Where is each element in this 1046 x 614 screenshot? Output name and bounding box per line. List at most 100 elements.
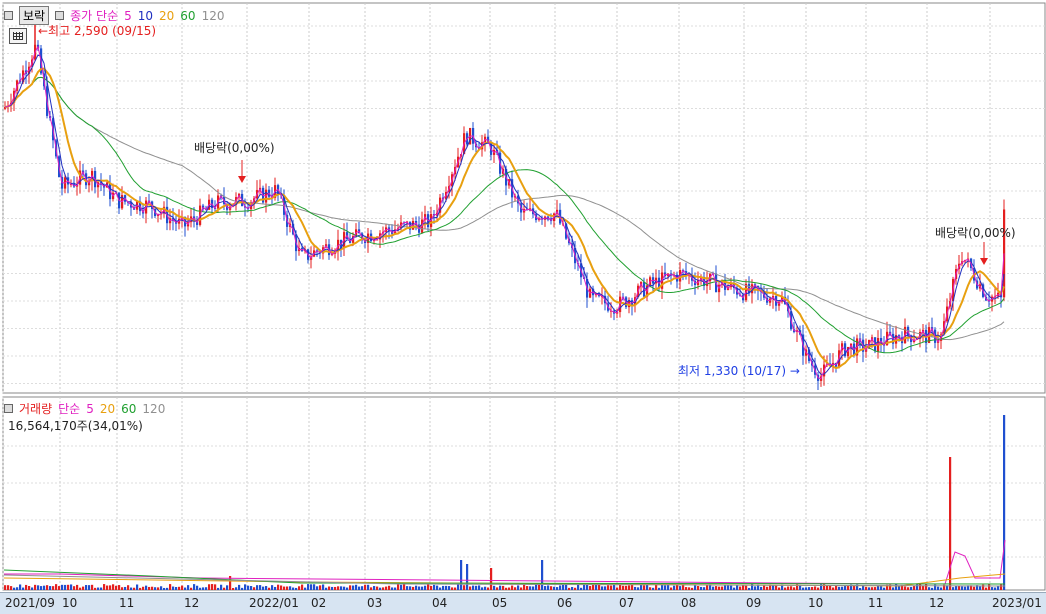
volume-bar bbox=[562, 584, 565, 590]
volume-bar bbox=[331, 586, 334, 590]
volume-bar bbox=[580, 587, 583, 590]
volume-bar bbox=[175, 587, 178, 590]
volume-bar bbox=[4, 585, 7, 590]
volume-bar bbox=[22, 587, 25, 590]
volume-bar bbox=[235, 587, 238, 590]
volume-bar bbox=[475, 585, 478, 590]
volume-bar bbox=[523, 584, 526, 590]
volume-bar bbox=[301, 584, 304, 590]
volume-bar bbox=[178, 586, 181, 590]
volume-bar bbox=[40, 586, 43, 590]
volume-bar bbox=[940, 587, 943, 590]
volume-bar bbox=[193, 584, 196, 590]
volume-bar bbox=[379, 587, 382, 590]
volume-bar bbox=[586, 584, 589, 590]
vma20-label: 20 bbox=[99, 401, 116, 416]
volume-bar bbox=[157, 587, 160, 590]
volume-bar bbox=[202, 587, 205, 590]
volume-bar bbox=[454, 587, 457, 590]
volume-bar bbox=[760, 586, 763, 590]
volume-bar bbox=[973, 586, 976, 590]
volume-bar bbox=[373, 586, 376, 590]
volume-bar bbox=[406, 586, 409, 590]
volume-bar bbox=[88, 585, 91, 590]
ma5-label: 5 bbox=[124, 8, 132, 23]
volume-bar bbox=[787, 586, 790, 590]
volume-bar bbox=[469, 586, 472, 590]
volume-bar bbox=[166, 587, 169, 590]
volume-bar bbox=[505, 587, 508, 590]
volume-bar bbox=[526, 586, 529, 590]
volume-panel bbox=[2, 396, 1046, 591]
volume-bar bbox=[391, 587, 394, 590]
legend-toggle-icon[interactable] bbox=[55, 11, 65, 20]
volume-bar bbox=[16, 587, 19, 590]
volume-bar bbox=[613, 584, 616, 590]
volume-bar bbox=[247, 585, 250, 590]
volume-bar bbox=[337, 586, 340, 590]
volume-bar bbox=[403, 584, 406, 590]
x-tick-label: 09 bbox=[746, 596, 762, 610]
volume-bar bbox=[118, 585, 121, 590]
volume-bar bbox=[238, 584, 241, 590]
volume-bar bbox=[49, 586, 52, 590]
volume-bar bbox=[463, 585, 466, 590]
volume-bar bbox=[223, 587, 226, 590]
volume-bar bbox=[169, 584, 172, 590]
volume-bar bbox=[133, 587, 136, 590]
volume-bar bbox=[658, 587, 661, 590]
volume-bar bbox=[214, 584, 217, 590]
stock-chart[interactable] bbox=[0, 0, 1046, 613]
volume-bar bbox=[538, 584, 541, 590]
volume-bar bbox=[205, 587, 208, 590]
ma120-label: 120 bbox=[201, 8, 225, 23]
legend-toggle-icon[interactable] bbox=[4, 404, 13, 413]
volume-bar bbox=[511, 585, 514, 590]
vma-label: 단순 bbox=[58, 402, 81, 416]
volume-bar bbox=[484, 586, 487, 590]
volume-bar bbox=[364, 584, 367, 590]
volume-bar bbox=[280, 585, 283, 590]
volume-bar bbox=[274, 586, 277, 590]
volume-bar bbox=[649, 587, 652, 590]
volume-bar bbox=[253, 587, 256, 590]
volume-bar bbox=[631, 584, 634, 590]
volume-bar bbox=[367, 584, 370, 590]
volume-bar bbox=[802, 587, 805, 590]
volume-bar bbox=[790, 586, 793, 590]
volume-bar bbox=[550, 586, 553, 590]
volume-bar bbox=[925, 584, 928, 590]
volume-bar bbox=[115, 585, 118, 590]
x-tick-label: 2023/01 bbox=[992, 596, 1042, 610]
volume-bar bbox=[13, 587, 16, 590]
volume-bar bbox=[430, 585, 433, 590]
volume-bar bbox=[376, 586, 379, 590]
volume-bar bbox=[130, 587, 133, 590]
legend-toggle-icon[interactable] bbox=[4, 11, 13, 20]
volume-bar bbox=[160, 586, 163, 590]
volume-bar bbox=[499, 585, 502, 590]
grid-table-icon[interactable] bbox=[9, 28, 27, 44]
volume-bar bbox=[439, 587, 442, 590]
volume-bar bbox=[283, 586, 286, 590]
volume-bar bbox=[928, 587, 931, 590]
volume-bar bbox=[691, 587, 694, 590]
volume-bar bbox=[763, 585, 766, 590]
volume-bar bbox=[817, 587, 820, 590]
volume-bar bbox=[310, 584, 313, 590]
x-tick-label: 12 bbox=[929, 596, 945, 610]
volume-bar bbox=[766, 586, 769, 590]
volume-bar bbox=[196, 585, 199, 590]
volume-bar bbox=[643, 585, 646, 590]
volume-bar bbox=[220, 584, 223, 590]
x-axis: 2021/09 10 11 12 2022/01 02 03 04 05 06 07 08 09 10 11… bbox=[0, 592, 1046, 614]
volume-bar bbox=[346, 587, 349, 590]
volume-bar bbox=[355, 584, 358, 590]
volume-bar bbox=[652, 587, 655, 590]
volume-bar bbox=[520, 587, 523, 590]
volume-bar bbox=[91, 584, 94, 590]
volume-bar bbox=[832, 587, 835, 590]
x-tick-label: 05 bbox=[492, 596, 508, 610]
x-tick-label: 03 bbox=[367, 596, 383, 610]
volume-bar bbox=[979, 586, 982, 590]
